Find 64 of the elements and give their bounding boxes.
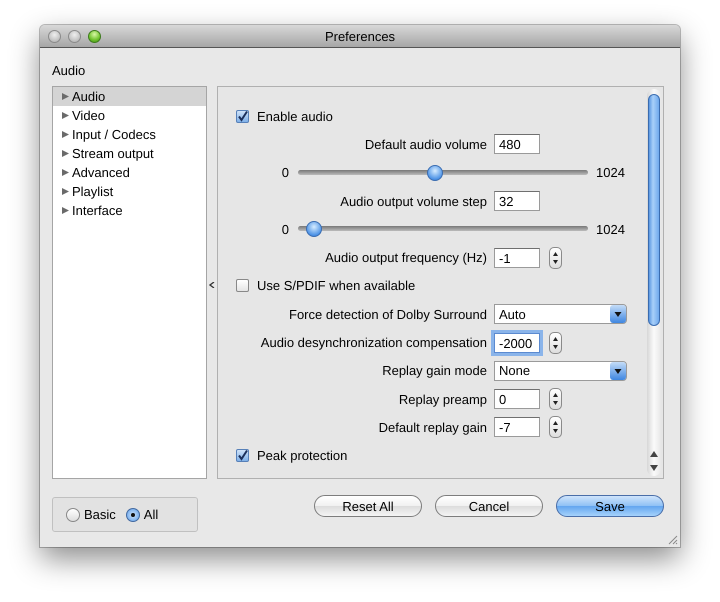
expand-triangle-icon[interactable] (61, 206, 70, 215)
checkbox[interactable] (236, 279, 249, 292)
dialog-button[interactable]: Cancel (435, 495, 543, 517)
dialog-button[interactable]: Reset All (314, 495, 422, 517)
minimize-button[interactable] (68, 30, 81, 42)
checkbox-label: Use S/PDIF when available (257, 278, 416, 294)
setting-label: Replay gain mode (381, 363, 487, 378)
setting-label: Audio desynchronization compensation (260, 335, 487, 350)
number-field[interactable]: -1 (494, 248, 540, 268)
slider-max-label: 1024 (596, 165, 625, 180)
radio-label: All (144, 507, 158, 522)
radio-label: Basic (84, 507, 116, 522)
sidebar-item[interactable]: Playlist (53, 182, 206, 201)
expand-triangle-icon[interactable] (61, 168, 70, 177)
number-field[interactable]: 32 (494, 191, 540, 212)
stepper-button[interactable] (549, 246, 562, 269)
slider[interactable] (298, 164, 588, 181)
slider[interactable] (298, 221, 588, 238)
setting-label: Default replay gain (378, 420, 487, 435)
checkbox-label: Enable audio (257, 108, 333, 124)
resize-grip-icon[interactable] (667, 534, 678, 545)
expand-triangle-icon[interactable] (61, 92, 70, 101)
setting-label: Default audio volume (364, 136, 487, 152)
stepper-button[interactable] (549, 416, 562, 438)
slider-max-label: 1024 (596, 222, 625, 237)
radio-button[interactable] (126, 508, 140, 522)
setting-label: Force detection of Dolby Surround (288, 306, 487, 322)
window-title: Preferences (324, 28, 396, 44)
sidebar-item[interactable]: Video (53, 106, 206, 125)
sidebar-item[interactable]: Input / Codecs (53, 125, 206, 144)
collapse-handle-icon[interactable] (209, 282, 215, 288)
zoom-button[interactable] (88, 30, 101, 42)
setting-label: Replay preamp (398, 392, 487, 407)
dropdown[interactable]: Auto (494, 304, 627, 324)
sidebar-item[interactable]: Advanced (53, 163, 206, 182)
checkbox[interactable] (236, 110, 249, 123)
setting-label: Audio output volume step (339, 194, 487, 209)
sidebar-item[interactable]: Audio (53, 87, 206, 106)
slider-thumb[interactable] (426, 164, 443, 181)
stepper-button[interactable] (549, 388, 562, 410)
expand-triangle-icon[interactable] (61, 111, 70, 120)
number-field[interactable]: 0 (494, 389, 540, 410)
scrollbar-thumb[interactable] (648, 94, 660, 326)
dropdown[interactable]: None (494, 360, 627, 381)
expand-triangle-icon[interactable] (61, 187, 70, 196)
close-button[interactable] (48, 30, 61, 42)
sidebar-item[interactable]: Stream output (53, 144, 206, 163)
slider-thumb[interactable] (306, 221, 322, 238)
expand-triangle-icon[interactable] (61, 149, 70, 158)
section-title: Audio (52, 63, 86, 78)
number-field[interactable]: 480 (494, 134, 540, 154)
slider-min-label: 0 (281, 165, 289, 180)
number-field[interactable]: -2000 (494, 332, 540, 353)
checkbox[interactable] (236, 449, 249, 462)
setting-label: Audio output frequency (Hz) (324, 250, 487, 266)
sidebar-item[interactable]: Interface (53, 201, 206, 220)
number-field[interactable]: -7 (494, 417, 540, 438)
radio-button[interactable] (66, 508, 80, 522)
slider-min-label: 0 (281, 222, 289, 237)
stepper-button[interactable] (549, 332, 562, 354)
checkbox-label: Peak protection (257, 448, 348, 464)
scrollbar[interactable] (647, 89, 661, 476)
dialog-button[interactable]: Save (556, 495, 664, 517)
expand-triangle-icon[interactable] (61, 130, 70, 139)
